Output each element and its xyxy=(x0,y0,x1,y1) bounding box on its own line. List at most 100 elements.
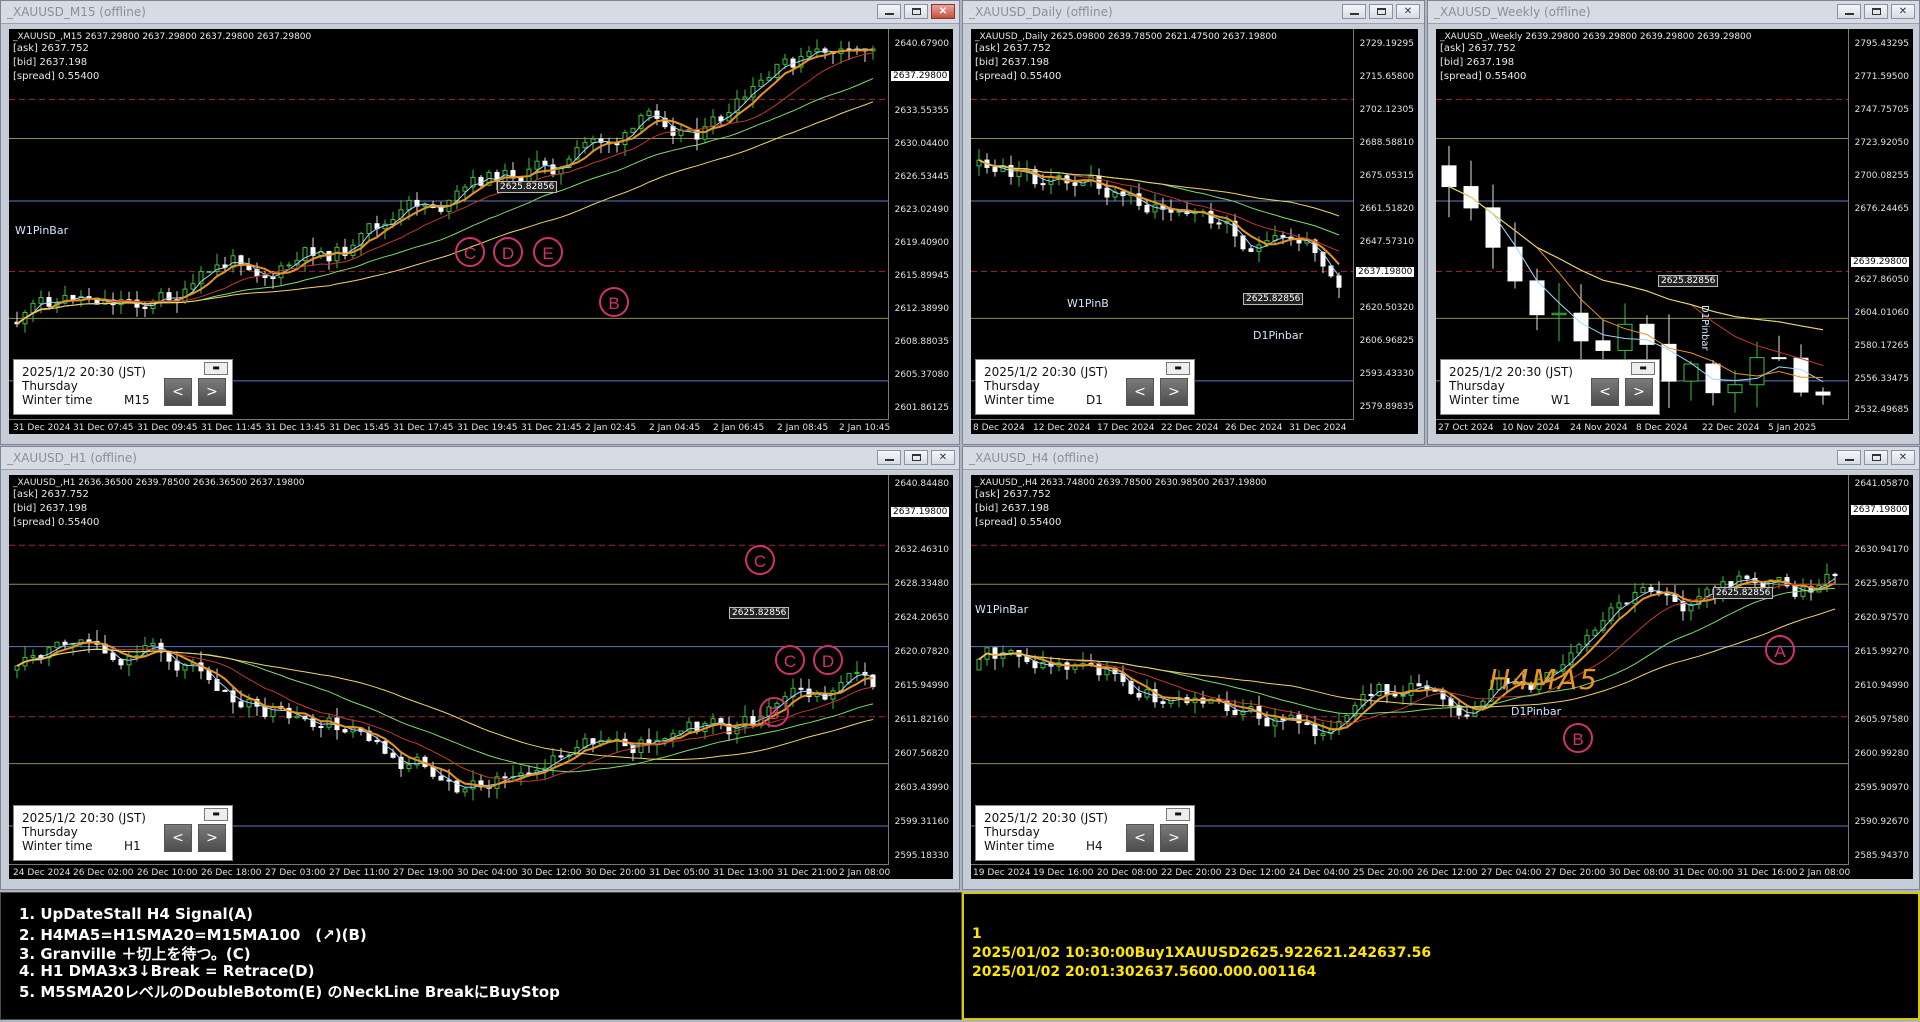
window-h4[interactable]: _XAUUSD_H4 (offline) ✕ 2641.05870 2637.1… xyxy=(962,446,1920,890)
x-tick: 27 Oct 2024 xyxy=(1438,423,1494,433)
prev-button[interactable]: < xyxy=(164,378,192,406)
y-tick: 2607.56820 xyxy=(894,749,949,759)
next-button[interactable]: > xyxy=(1160,824,1188,852)
spread-line: [spread] 0.55400 xyxy=(13,517,100,528)
close-button[interactable]: ✕ xyxy=(1891,450,1915,465)
chart-area[interactable]: 2795.43295 2771.59500 2747.75705 2723.92… xyxy=(1436,29,1913,434)
next-button[interactable]: > xyxy=(198,378,226,406)
info-date: 2025/1/2 20:30 (JST) xyxy=(22,365,146,379)
y-tick: 2747.75705 xyxy=(1854,105,1909,115)
minimize-button[interactable] xyxy=(1837,4,1861,19)
spread-line: [spread] 0.55400 xyxy=(1440,71,1527,82)
minimize-icon xyxy=(884,458,894,461)
minimize-button[interactable] xyxy=(1837,450,1861,465)
candle-body xyxy=(1749,357,1765,386)
chart-area[interactable]: 2640.84480 2637.19800 2632.46310 2628.33… xyxy=(9,475,953,879)
candle-body xyxy=(814,693,820,698)
info-date: 2025/1/2 20:30 (JST) xyxy=(984,811,1108,825)
window-weekly[interactable]: _XAUUSD_Weekly (offline) ✕ 2795.43295 27… xyxy=(1427,0,1920,445)
x-tick: 17 Dec 2024 xyxy=(1097,423,1155,433)
symbol-line: _XAUUSD_,Weekly 2639.29800 2639.29800 26… xyxy=(1440,32,1752,42)
maximize-button[interactable] xyxy=(1369,4,1393,19)
info-season: Winter time xyxy=(1449,393,1520,407)
close-button[interactable]: ✕ xyxy=(931,450,955,465)
minimize-button[interactable] xyxy=(1342,4,1366,19)
collapse-button[interactable]: ▬ xyxy=(1166,362,1190,375)
window-title: _XAUUSD_M15 (offline) xyxy=(7,5,146,19)
current-price-tag: 2637.19800 xyxy=(1356,267,1415,277)
y-tick: 2626.53445 xyxy=(894,172,949,182)
titlebar[interactable]: _XAUUSD_Daily (offline) ✕ xyxy=(963,1,1424,24)
x-tick: 27 Dec 19:00 xyxy=(393,868,454,878)
y-tick: 2605.97580 xyxy=(1854,715,1909,725)
maximize-button[interactable] xyxy=(1864,450,1888,465)
titlebar[interactable]: _XAUUSD_H1 (offline) ✕ xyxy=(1,447,959,470)
strategy-notes-panel: 1. UpDateStall H4 Signal(A) 2. H4MA5=H1S… xyxy=(0,892,962,1020)
prev-button[interactable]: < xyxy=(1591,378,1619,406)
collapse-button[interactable]: ▬ xyxy=(204,362,228,375)
level-label: 2625.82856 xyxy=(1243,293,1304,305)
x-tick: 26 Dec 18:00 xyxy=(201,868,262,878)
note-line: 5. M5SMA20レベルのDoubleBotom(E) のNeckLine B… xyxy=(19,983,560,1001)
minimize-button[interactable] xyxy=(877,4,901,19)
candle-body xyxy=(992,647,998,659)
candle-body xyxy=(1640,587,1646,594)
ask-line: [ask] 2637.752 xyxy=(13,43,89,54)
x-tick: 31 Dec 16:00 xyxy=(1737,868,1798,878)
titlebar[interactable]: _XAUUSD_M15 (offline) ✕ xyxy=(1,1,959,24)
prev-button[interactable]: < xyxy=(1126,824,1154,852)
candle-body xyxy=(86,639,92,643)
h4ma5-label: H4MA5 xyxy=(1489,663,1599,696)
candle-body xyxy=(406,199,412,211)
time-axis: 8 Dec 2024 12 Dec 2024 17 Dec 2024 22 De… xyxy=(971,419,1354,434)
y-tick: 2606.96825 xyxy=(1359,336,1414,346)
y-tick: 2532.49685 xyxy=(1854,405,1909,415)
collapse-button[interactable]: ▬ xyxy=(1631,362,1655,375)
chart-area[interactable]: 2641.05870 2637.19800 2630.94170 2625.95… xyxy=(971,475,1913,879)
chart-area[interactable]: 2640.67900 2637.29800 2633.55355 2630.04… xyxy=(9,29,953,434)
window-daily[interactable]: _XAUUSD_Daily (offline) ✕ 2729.19295 271… xyxy=(962,0,1425,445)
info-panel: 2025/1/2 20:30 (JST) Thursday Winter tim… xyxy=(13,805,233,861)
level-label: 2625.82856 xyxy=(1713,587,1774,599)
x-tick: 2 Jan 08:45 xyxy=(777,423,829,433)
maximize-button[interactable] xyxy=(904,4,928,19)
candle-body xyxy=(14,665,20,671)
window-h1[interactable]: _XAUUSD_H1 (offline) ✕ 2640.84480 2637.1… xyxy=(0,446,960,890)
candle-body xyxy=(342,729,348,733)
titlebar[interactable]: _XAUUSD_H4 (offline) ✕ xyxy=(963,447,1919,470)
chart-area[interactable]: 2729.19295 2715.65800 2702.12305 2688.58… xyxy=(971,29,1418,434)
time-axis: 19 Dec 2024 19 Dec 16:00 20 Dec 08:00 22… xyxy=(971,864,1850,879)
close-button[interactable]: ✕ xyxy=(1396,4,1420,19)
y-tick: 2628.33480 xyxy=(894,579,949,589)
candle-body xyxy=(278,265,284,279)
x-tick: 2 Jan 10:45 xyxy=(839,423,891,433)
minimize-button[interactable] xyxy=(877,450,901,465)
info-day: Thursday xyxy=(22,825,78,839)
x-tick: 31 Dec 21:00 xyxy=(777,868,838,878)
maximize-button[interactable] xyxy=(1864,4,1888,19)
candle-body xyxy=(1616,602,1622,609)
prev-button[interactable]: < xyxy=(1126,378,1154,406)
next-button[interactable]: > xyxy=(1160,378,1188,406)
y-tick: 2630.04400 xyxy=(894,139,949,149)
x-tick: 24 Nov 2024 xyxy=(1570,423,1628,433)
candle-body xyxy=(782,58,788,65)
prev-button[interactable]: < xyxy=(164,824,192,852)
candle-body xyxy=(992,166,998,172)
maximize-button[interactable] xyxy=(904,450,928,465)
titlebar[interactable]: _XAUUSD_Weekly (offline) ✕ xyxy=(1428,1,1919,24)
close-icon: ✕ xyxy=(938,451,948,463)
y-tick: 2593.43330 xyxy=(1359,369,1414,379)
close-button[interactable]: ✕ xyxy=(1891,4,1915,19)
info-date: 2025/1/2 20:30 (JST) xyxy=(22,811,146,825)
y-tick: 2641.05870 xyxy=(1854,479,1909,489)
next-button[interactable]: > xyxy=(198,824,226,852)
close-button[interactable]: ✕ xyxy=(931,4,955,19)
collapse-button[interactable]: ▬ xyxy=(1166,808,1190,821)
next-button[interactable]: > xyxy=(1625,378,1653,406)
x-tick: 5 Jan 2025 xyxy=(1768,423,1817,433)
collapse-button[interactable]: ▬ xyxy=(204,808,228,821)
window-m15[interactable]: _XAUUSD_M15 (offline) ✕ 2640.67900 2637.… xyxy=(0,0,960,445)
x-tick: 30 Dec 12:00 xyxy=(521,868,582,878)
note-line: 3. Granville ＋切上を待つ。(C) xyxy=(19,945,251,963)
